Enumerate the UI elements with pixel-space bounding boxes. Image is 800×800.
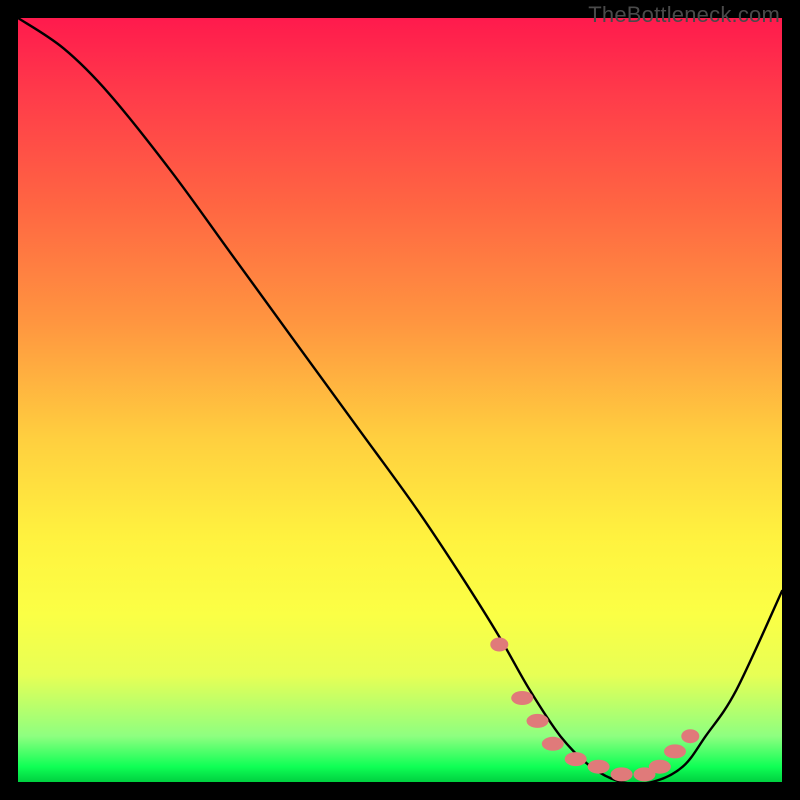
optimal-dot bbox=[649, 760, 671, 774]
optimal-dot bbox=[681, 729, 699, 743]
optimal-dot bbox=[565, 752, 587, 766]
optimal-dot bbox=[527, 714, 549, 728]
optimal-dot bbox=[511, 691, 533, 705]
curve-layer bbox=[18, 18, 782, 782]
optimal-dot bbox=[588, 760, 610, 774]
optimal-dot bbox=[542, 737, 564, 751]
plot-area bbox=[18, 18, 782, 782]
watermark-text: TheBottleneck.com bbox=[588, 2, 780, 28]
bottleneck-curve bbox=[18, 18, 782, 782]
optimal-dot bbox=[490, 638, 508, 652]
optimal-dot bbox=[611, 767, 633, 781]
optimal-dots-group bbox=[490, 638, 699, 782]
chart-frame: TheBottleneck.com bbox=[0, 0, 800, 800]
optimal-dot bbox=[664, 744, 686, 758]
